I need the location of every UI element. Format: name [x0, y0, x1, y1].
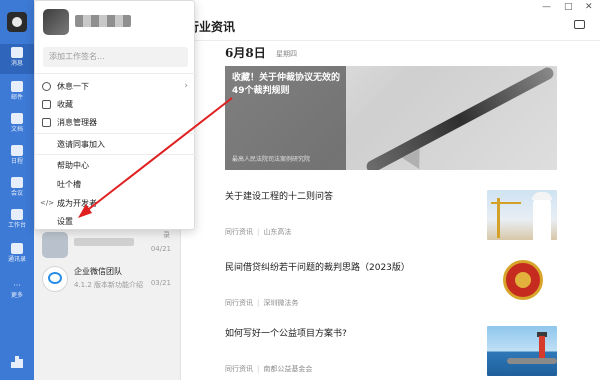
maximize-icon[interactable]: □	[564, 2, 573, 12]
article-thumbnail	[487, 326, 557, 376]
divider	[35, 154, 196, 155]
document-icon	[11, 113, 23, 124]
breakwater-image	[507, 358, 557, 364]
rail-item-docs[interactable]: 文档	[0, 110, 34, 140]
redacted-name	[74, 238, 134, 246]
app-logo	[7, 12, 27, 32]
article-meta: 同行资讯 | 南都公益基金会	[225, 365, 313, 373]
helmet-image	[532, 192, 552, 200]
profile-menu: 添加工作签名... 休息一下 › 收藏 消息管理器 邀请同事加入 帮助中心 吐个…	[34, 0, 196, 231]
list-item[interactable]: 民间借贷纠纷若干问题的裁判思路（2023版） 同行资讯 | 深圳微法务	[225, 256, 565, 307]
fountain-pen-image	[364, 66, 556, 170]
article-thumbnail	[487, 190, 557, 240]
crane-arm-image	[491, 202, 521, 204]
chat-bubble-icon	[11, 47, 23, 58]
article-title: 关于建设工程的十二则问答	[225, 192, 334, 202]
menu-item-favorites[interactable]: 收藏	[35, 95, 196, 114]
close-icon[interactable]: ✕	[585, 2, 593, 12]
nav-rail: 消息 邮件 文档 日程 会议 工作台 通讯录 ··· 更多	[0, 0, 34, 380]
list-item[interactable]: 关于建设工程的十二则问答 同行资讯 | 山东高法	[225, 189, 565, 240]
more-dots-icon: ···	[13, 281, 21, 290]
meeting-icon	[11, 177, 23, 188]
list-item[interactable]: 录 04/21	[34, 228, 181, 262]
chevron-right-icon: ›	[184, 81, 188, 91]
contacts-icon	[11, 243, 23, 254]
rail-item-meeting[interactable]: 会议	[0, 174, 34, 204]
list-item[interactable]: 如何写好一个公益项目方案书? 同行资讯 | 南都公益基金会	[225, 326, 565, 376]
featured-article-banner[interactable]: 收藏！关于仲裁协议无效的49个裁判规则 最高人民法院司法案例研究院	[225, 66, 557, 170]
article-title: 民间借贷纠纷若干问题的裁判思路（2023版）	[225, 263, 410, 273]
menu-item-developer[interactable]: </> 成为开发者	[35, 194, 196, 213]
chat-icon[interactable]	[574, 20, 585, 29]
workbench-icon	[11, 209, 23, 220]
divider	[181, 40, 600, 41]
article-meta: 同行资讯 | 深圳微法务	[225, 299, 299, 307]
wecom-logo-icon	[48, 272, 62, 284]
menu-item-feedback[interactable]: 吐个槽	[35, 175, 196, 194]
mail-icon	[11, 81, 23, 92]
emblem-center	[515, 272, 531, 288]
meta-separator: |	[257, 228, 260, 236]
article-thumbnail	[487, 256, 557, 306]
rail-item-contacts[interactable]: 通讯录	[0, 240, 34, 270]
menu-item-help[interactable]: 帮助中心	[35, 156, 196, 175]
menu-item-settings[interactable]: 设置	[35, 212, 196, 231]
menu-item-rest[interactable]: 休息一下 ›	[35, 77, 196, 96]
article-title: 如何写好一个公益项目方案书?	[225, 329, 347, 339]
menu-item-invite[interactable]: 邀请同事加入	[35, 135, 196, 154]
stats-icon[interactable]	[11, 356, 23, 368]
clock-box-icon	[42, 118, 51, 127]
avatar[interactable]	[43, 9, 69, 35]
crane-image	[497, 198, 500, 238]
redacted-username	[75, 15, 131, 27]
calendar-icon	[11, 145, 23, 156]
menu-item-message-manager[interactable]: 消息管理器	[35, 113, 196, 132]
meta-separator: |	[257, 365, 260, 373]
meta-separator: |	[257, 299, 260, 307]
rail-item-workbench[interactable]: 工作台	[0, 206, 34, 236]
favorite-box-icon	[42, 100, 51, 109]
date-heading: 6月8日	[225, 46, 266, 60]
banner-headline: 收藏！关于仲裁协议无效的49个裁判规则	[232, 73, 341, 96]
rail-item-calendar[interactable]: 日程	[0, 142, 34, 172]
avatar	[42, 266, 68, 292]
minimize-icon[interactable]: —	[542, 2, 551, 12]
rail-item-messages[interactable]: 消息	[0, 44, 34, 74]
banner-caption: 最高人民法院司法案例研究院	[232, 156, 311, 163]
signature-input[interactable]: 添加工作签名...	[43, 47, 188, 67]
article-meta: 同行资讯 | 山东高法	[225, 228, 292, 236]
worker-image	[533, 196, 551, 240]
list-item[interactable]: 企业微信团队 4.1.2 版本新功能介绍 03/21	[34, 262, 181, 296]
divider	[35, 133, 196, 134]
coffee-cup-icon	[42, 82, 51, 91]
avatar	[42, 232, 68, 258]
divider	[35, 73, 196, 74]
rail-item-more[interactable]: ··· 更多	[0, 276, 34, 306]
weekday-label: 星期四	[276, 50, 297, 58]
code-icon: </>	[40, 199, 55, 207]
rail-item-mail[interactable]: 邮件	[0, 78, 34, 108]
